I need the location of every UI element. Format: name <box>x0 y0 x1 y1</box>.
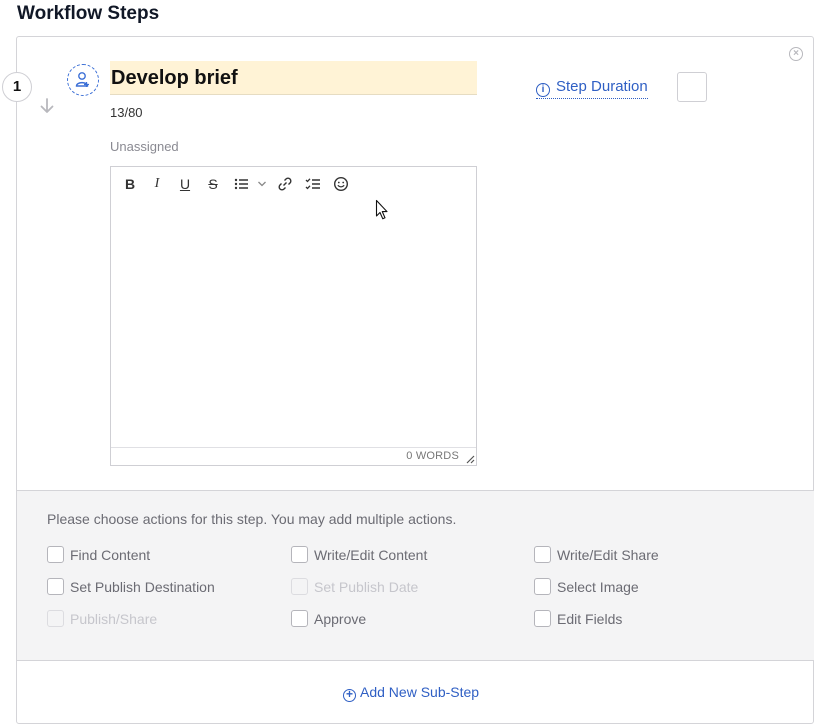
checkbox[interactable] <box>534 578 551 595</box>
link-icon[interactable] <box>276 175 294 193</box>
add-substep-button[interactable]: + Add New Sub-Step <box>343 684 479 702</box>
checkbox[interactable] <box>47 546 64 563</box>
checkbox <box>47 610 64 627</box>
assignee-label: Unassigned <box>110 139 179 154</box>
add-user-icon <box>75 72 89 87</box>
assign-user-button[interactable] <box>67 64 99 96</box>
description-editor[interactable]: B I U S 0 WORDS <box>110 166 477 466</box>
chevron-down-icon[interactable] <box>256 175 268 193</box>
checkbox-label: Write/Edit Share <box>557 547 659 563</box>
checkbox[interactable] <box>534 546 551 563</box>
checkbox-label: Set Publish Destination <box>70 579 215 595</box>
checkbox-label: Write/Edit Content <box>314 547 428 563</box>
editor-toolbar: B I U S <box>111 167 476 199</box>
editor-footer: 0 WORDS <box>111 447 476 465</box>
checkbox[interactable] <box>291 546 308 563</box>
resize-handle-icon[interactable] <box>465 454 475 464</box>
step-duration-label: Step Duration <box>556 78 648 95</box>
close-icon[interactable]: × <box>789 47 803 61</box>
checkbox[interactable] <box>291 610 308 627</box>
mouse-cursor-icon <box>375 199 388 220</box>
char-count: 13/80 <box>110 105 143 120</box>
step-duration-link[interactable]: i Step Duration <box>536 78 648 99</box>
bullet-list-icon[interactable] <box>233 175 251 193</box>
checkbox <box>291 578 308 595</box>
checkbox[interactable] <box>47 578 64 595</box>
underline-button[interactable]: U <box>176 175 194 193</box>
checkbox-label: Publish/Share <box>70 611 158 627</box>
add-substep-label: Add New Sub-Step <box>360 684 480 700</box>
checkbox-label: Approve <box>314 611 367 627</box>
plus-circle-icon: + <box>343 688 356 702</box>
checkbox[interactable] <box>534 610 551 627</box>
info-icon: i <box>536 83 550 97</box>
page-title: Workflow Steps <box>17 3 160 24</box>
checkbox-label: Select Image <box>557 579 639 595</box>
checkbox-label: Edit Fields <box>557 611 623 627</box>
checkbox-label: Set Publish Date <box>314 579 419 595</box>
step-name-input[interactable]: Develop brief <box>110 61 477 95</box>
emoji-icon[interactable] <box>332 175 350 193</box>
italic-button[interactable]: I <box>148 175 166 193</box>
arrow-down-icon[interactable] <box>38 97 56 115</box>
step-number: 1 <box>2 72 32 102</box>
bold-button[interactable]: B <box>121 175 139 193</box>
actions-prompt: Please choose actions for this step. You… <box>47 511 457 527</box>
strikethrough-button[interactable]: S <box>204 175 222 193</box>
checkbox-label: Find Content <box>70 547 151 563</box>
checklist-icon[interactable] <box>304 175 322 193</box>
step-duration-input[interactable] <box>677 72 707 102</box>
step-actions-panel: Please choose actions for this step. You… <box>17 490 814 661</box>
word-count: 0 WORDS <box>406 450 459 462</box>
editor-content[interactable] <box>119 201 468 443</box>
